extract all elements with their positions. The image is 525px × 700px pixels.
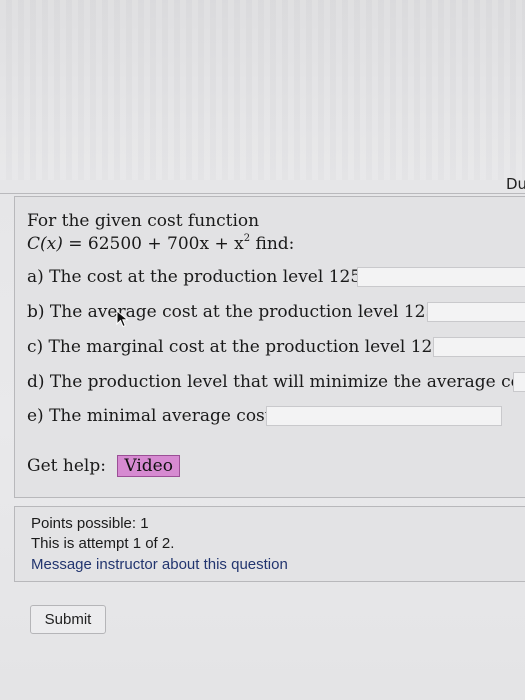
question-panel: For the given cost function C(x) = 62500… bbox=[14, 196, 525, 498]
screen-glare bbox=[0, 0, 525, 180]
mouse-cursor-icon bbox=[116, 310, 129, 328]
due-label-fragment: Du bbox=[506, 175, 525, 193]
answer-b-input[interactable] bbox=[427, 302, 525, 322]
header-divider bbox=[0, 193, 525, 194]
video-help-button[interactable]: Video bbox=[117, 455, 180, 477]
function-exponent: 2 bbox=[243, 233, 251, 244]
submit-button[interactable]: Submit bbox=[30, 605, 106, 634]
part-a-label: a) The cost at the production level 1250 bbox=[27, 267, 372, 287]
part-e-label: e) The minimal average cost bbox=[27, 406, 272, 426]
answer-c-input[interactable] bbox=[433, 337, 525, 357]
message-instructor-link[interactable]: Message instructor about this question bbox=[31, 556, 288, 573]
answer-e-input[interactable] bbox=[266, 406, 502, 426]
part-c-label: c) The marginal cost at the production l… bbox=[27, 337, 454, 357]
answer-a-input[interactable] bbox=[357, 267, 525, 287]
answer-d-input[interactable] bbox=[513, 372, 525, 392]
function-eq: = bbox=[68, 234, 83, 254]
points-possible: Points possible: 1 bbox=[31, 515, 149, 532]
question-intro: For the given cost function bbox=[27, 211, 260, 231]
part-d-label: d) The production level that will minimi… bbox=[27, 372, 525, 392]
attempt-count: This is attempt 1 of 2. bbox=[31, 535, 175, 552]
part-b-label: b) The average cost at the production le… bbox=[27, 302, 448, 322]
function-tail: find: bbox=[255, 234, 295, 254]
question-info-panel: Points possible: 1 This is attempt 1 of … bbox=[14, 506, 525, 582]
function-lhs: C(x) bbox=[27, 234, 63, 254]
get-help-row: Get help: Video bbox=[27, 455, 180, 477]
function-rhs: 62500 + 700x + x bbox=[87, 234, 244, 254]
cost-function: C(x) = 62500 + 700x + x2 find: bbox=[27, 233, 294, 254]
get-help-label: Get help: bbox=[27, 456, 106, 476]
